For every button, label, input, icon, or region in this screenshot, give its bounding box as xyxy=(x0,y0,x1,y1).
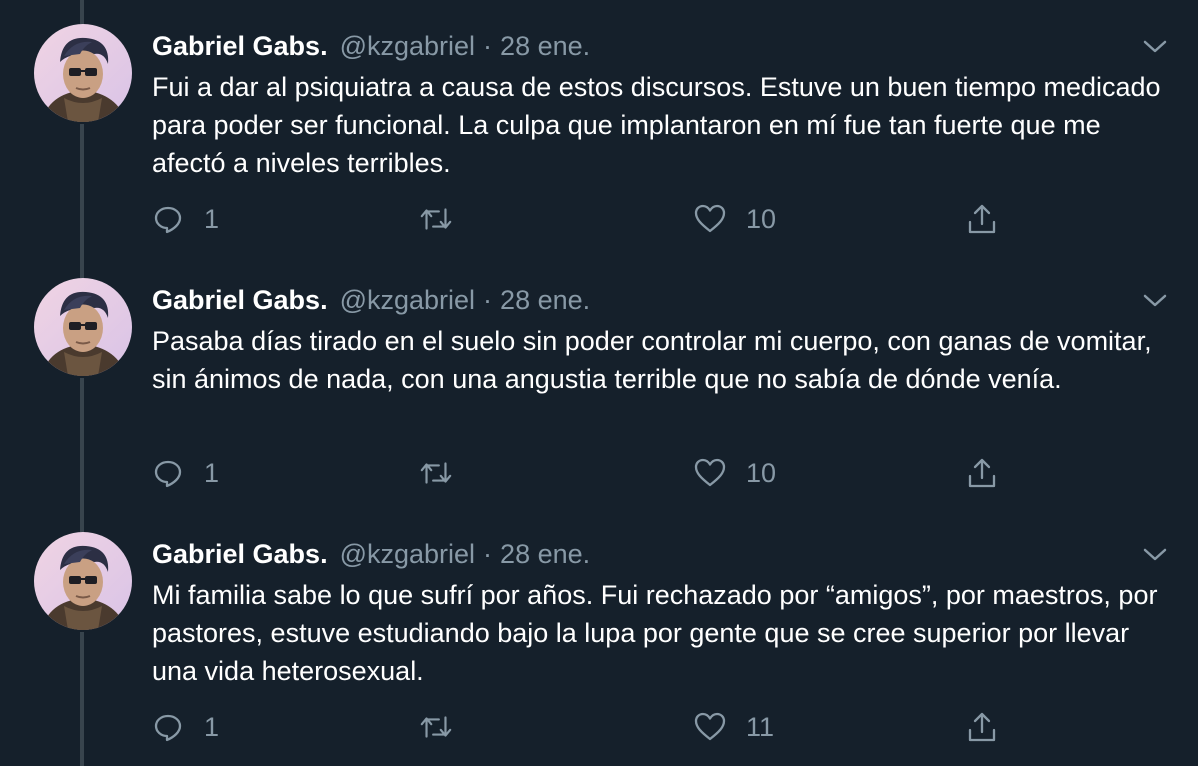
like-button[interactable]: 10 xyxy=(692,194,776,244)
like-count: 10 xyxy=(746,457,777,488)
heart-icon xyxy=(692,709,728,745)
header-separator: · xyxy=(483,31,493,61)
retweet-icon xyxy=(418,455,454,491)
author-name[interactable]: Gabriel Gabs. xyxy=(152,536,328,572)
tweet[interactable]: Gabriel Gabs. @kzgabriel · 28 ene. Mi fa… xyxy=(0,508,1198,762)
reply-button[interactable]: 1 xyxy=(150,702,219,752)
like-count: 10 xyxy=(746,203,777,234)
reply-icon xyxy=(150,709,186,745)
tweet-actions: 1 11 xyxy=(150,702,1020,752)
like-count: 11 xyxy=(746,711,775,742)
author-name[interactable]: Gabriel Gabs. xyxy=(152,28,328,64)
avatar[interactable] xyxy=(34,24,132,122)
tweet-header: Gabriel Gabs. @kzgabriel · 28 ene. xyxy=(152,536,590,572)
share-button[interactable] xyxy=(964,194,1000,244)
reply-count: 1 xyxy=(204,711,220,742)
tweet-header: Gabriel Gabs. @kzgabriel · 28 ene. xyxy=(152,282,590,318)
reply-count: 1 xyxy=(204,203,220,234)
chevron-down-icon[interactable] xyxy=(1140,286,1170,316)
header-separator: · xyxy=(483,285,493,315)
tweet-date[interactable]: 28 ene. xyxy=(500,282,590,318)
header-separator: · xyxy=(483,539,493,569)
tweet[interactable]: Gabriel Gabs. @kzgabriel · 28 ene. Pasab… xyxy=(0,254,1198,508)
share-button[interactable] xyxy=(964,702,1000,752)
retweet-icon xyxy=(418,709,454,745)
avatar[interactable] xyxy=(34,278,132,376)
avatar[interactable] xyxy=(34,532,132,630)
chevron-down-icon[interactable] xyxy=(1140,540,1170,570)
timeline: Gabriel Gabs. @kzgabriel · 28 ene. Fui a… xyxy=(0,0,1198,766)
reply-button[interactable]: 1 xyxy=(150,448,219,498)
tweet-date[interactable]: 28 ene. xyxy=(500,28,590,64)
author-handle[interactable]: @kzgabriel xyxy=(340,536,475,572)
share-icon xyxy=(964,455,1000,491)
tweet-date[interactable]: 28 ene. xyxy=(500,536,590,572)
like-button[interactable]: 11 xyxy=(692,702,774,752)
tweet-text: Fui a dar al psiquiatra a causa de estos… xyxy=(152,72,1161,178)
share-button[interactable] xyxy=(964,448,1000,498)
tweet-actions: 1 10 xyxy=(150,194,1020,244)
share-icon xyxy=(964,709,1000,745)
like-button[interactable]: 10 xyxy=(692,448,776,498)
retweet-button[interactable] xyxy=(418,702,472,752)
retweet-button[interactable] xyxy=(418,448,472,498)
tweet-text: Pasaba días tirado en el suelo sin poder… xyxy=(152,326,1152,394)
share-icon xyxy=(964,201,1000,237)
heart-icon xyxy=(692,201,728,237)
retweet-icon xyxy=(418,201,454,237)
heart-icon xyxy=(692,455,728,491)
reply-icon xyxy=(150,455,186,491)
author-handle[interactable]: @kzgabriel xyxy=(340,28,475,64)
tweet-actions: 1 10 xyxy=(150,448,1020,498)
author-handle[interactable]: @kzgabriel xyxy=(340,282,475,318)
reply-button[interactable]: 1 xyxy=(150,194,219,244)
tweet-header: Gabriel Gabs. @kzgabriel · 28 ene. xyxy=(152,28,590,64)
reply-count: 1 xyxy=(204,457,220,488)
reply-icon xyxy=(150,201,186,237)
tweet-text: Mi familia sabe lo que sufrí por años. F… xyxy=(152,580,1158,686)
author-name[interactable]: Gabriel Gabs. xyxy=(152,282,328,318)
retweet-button[interactable] xyxy=(418,194,472,244)
chevron-down-icon[interactable] xyxy=(1140,32,1170,62)
tweet[interactable]: Gabriel Gabs. @kzgabriel · 28 ene. Fui a… xyxy=(0,0,1198,254)
